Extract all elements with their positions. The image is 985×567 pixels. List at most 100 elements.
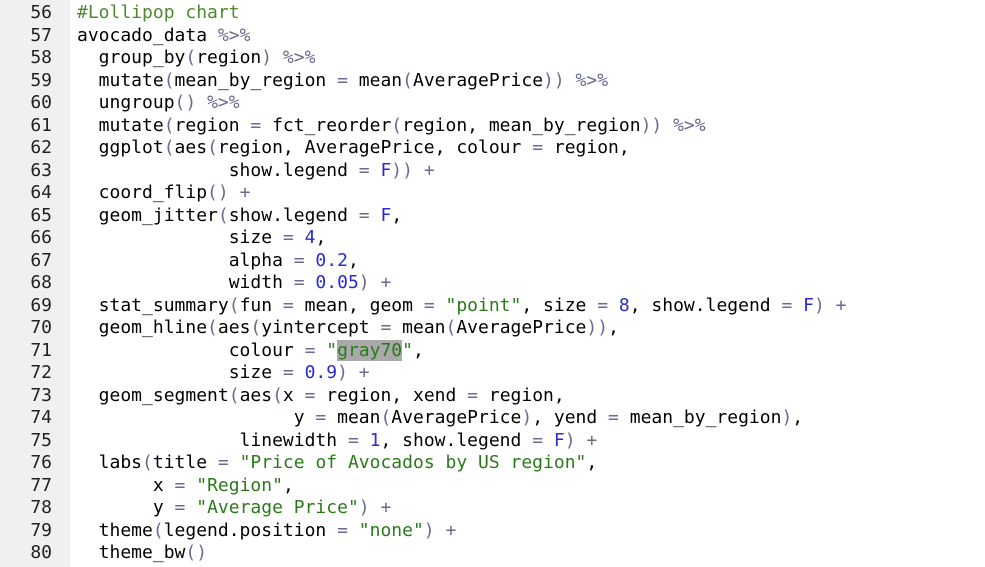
code-token: linewidth — [77, 429, 348, 451]
code-area[interactable]: 56 #Lollipop chart 57 avocado_data %>% 58 gr… — [0, 0, 985, 567]
code-token: AveragePrice — [391, 407, 522, 428]
line-number: 62 — [30, 137, 52, 158]
code-token: = — [358, 159, 370, 181]
code-token: = — [250, 114, 262, 136]
line-number: 77 — [30, 474, 52, 496]
code-token: ( — [250, 317, 262, 338]
code-token: %>% — [217, 24, 251, 46]
code-token: region, — [543, 137, 630, 158]
code-line[interactable]: 56 #Lollipop chart — [0, 2, 985, 25]
code-text: linewidth = 1, show.legend = F) + — [77, 429, 598, 453]
code-token: ungroup — [77, 92, 175, 113]
code-token: avocado_data — [77, 24, 218, 46]
code-line[interactable]: 61 mutate(region = fct_reorder(region, m… — [0, 115, 985, 138]
code-token: ) — [337, 362, 348, 383]
code-token: "point" — [434, 294, 522, 316]
code-token: , show.legend — [380, 429, 533, 451]
code-token: + — [575, 429, 598, 451]
code-line[interactable]: 78 y = "Average Price") + — [0, 497, 985, 520]
code-token: () — [207, 182, 229, 203]
code-line[interactable]: 64 coord_flip() + — [0, 182, 985, 205]
code-token: mean — [326, 407, 381, 428]
code-token: "Region" — [185, 474, 283, 496]
code-token: , — [315, 227, 327, 248]
code-token: AveragePrice — [412, 69, 544, 91]
code-token: ( — [272, 384, 283, 406]
line-number: 66 — [30, 227, 52, 248]
code-token: labs — [77, 452, 143, 473]
code-token: + — [434, 519, 457, 541]
code-line[interactable]: 60 ungroup() %>% — [0, 92, 985, 115]
code-token: F — [792, 294, 814, 316]
code-token: = — [282, 362, 294, 383]
code-line[interactable]: 65 geom_jitter(show.legend = F, — [0, 205, 985, 228]
code-text: width = 0.05) + — [77, 272, 392, 295]
code-token: ) — [358, 272, 370, 293]
code-line[interactable]: 57 avocado_data %>% — [0, 25, 985, 48]
code-token: = — [347, 429, 359, 451]
code-token: colour — [77, 339, 305, 361]
code-line[interactable]: 80 theme_bw() — [0, 542, 985, 565]
code-token: ) — [521, 407, 533, 428]
code-line[interactable]: 66 size = 4, — [0, 227, 985, 250]
line-number: 67 — [30, 249, 52, 271]
line-number: 79 — [30, 519, 52, 541]
code-text: mutate(region = fct_reorder(region, mean… — [77, 115, 706, 138]
code-line[interactable]: 73 geom_segment(aes(x = region, xend = r… — [0, 385, 985, 408]
code-line[interactable]: 77 x = "Region", — [0, 475, 985, 498]
code-line[interactable]: 74 y = mean(AveragePrice), yend = mean_b… — [0, 407, 985, 430]
code-line[interactable]: 63 show.legend = F)) + — [0, 160, 985, 183]
line-number: 65 — [30, 204, 52, 226]
code-token: )) — [586, 317, 609, 338]
code-token: = — [467, 384, 479, 406]
code-text: ggplot(aes(region, AveragePrice, colour … — [77, 137, 630, 160]
code-token: title — [152, 452, 218, 473]
code-token: x — [282, 384, 305, 406]
code-line[interactable]: 59 mutate(mean_by_region = mean(AverageP… — [0, 70, 985, 93]
code-line[interactable]: 75 linewidth = 1, show.legend = F) + — [0, 430, 985, 453]
line-number: 58 — [30, 47, 52, 68]
line-number: 80 — [30, 542, 52, 563]
code-token: 0.05 — [304, 272, 359, 293]
code-token: = — [217, 452, 229, 473]
code-token: mean — [347, 69, 403, 91]
code-token: + — [824, 294, 847, 316]
code-token: = — [337, 519, 348, 541]
code-line[interactable]: 70 geom_hline(aes(yintercept = mean(Aver… — [0, 317, 985, 340]
code-editor[interactable]: 56 #Lollipop chart 57 avocado_data %>% 58 gr… — [0, 0, 985, 567]
line-number: 72 — [30, 362, 52, 383]
code-token: ) — [358, 497, 370, 518]
code-line[interactable]: 76 labs(title = "Price of Avocados by US… — [0, 452, 985, 475]
code-token: ( — [207, 317, 218, 338]
code-line[interactable]: 72 size = 0.9) + — [0, 362, 985, 385]
code-token: "none" — [347, 519, 424, 541]
code-token: %>% — [196, 92, 240, 113]
code-text: group_by(region) %>% — [77, 47, 316, 70]
code-text: colour = "gray70", — [77, 339, 424, 363]
line-number: 57 — [30, 24, 52, 46]
code-token: )) — [640, 114, 663, 136]
line-number: 63 — [30, 159, 52, 181]
code-line[interactable]: 69 stat_summary(fun = mean, geom = "poin… — [0, 295, 985, 318]
code-line[interactable]: 68 width = 0.05) + — [0, 272, 985, 295]
code-token: ( — [185, 47, 197, 68]
code-text: geom_jitter(show.legend = F, — [77, 205, 402, 228]
line-number: 59 — [30, 69, 52, 91]
code-token: ( — [445, 317, 457, 338]
code-token: = — [304, 384, 316, 406]
code-token: region, AveragePrice, colour — [217, 137, 533, 158]
code-text: labs(title = "Price of Avocados by US re… — [77, 452, 598, 475]
code-line[interactable]: 71 colour = "gray70", — [0, 339, 985, 363]
code-token: geom_hline — [77, 317, 208, 338]
code-text: y = mean(AveragePrice), yend = mean_by_r… — [77, 407, 803, 430]
code-token: = — [174, 474, 186, 496]
code-line[interactable]: 62 ggplot(aes(region, AveragePrice, colo… — [0, 137, 985, 160]
code-token: " — [402, 339, 413, 361]
code-token: ) — [564, 429, 576, 451]
code-text: x = "Region", — [77, 475, 294, 498]
code-line[interactable]: 58 group_by(region) %>% — [0, 47, 985, 70]
code-line[interactable]: 67 alpha = 0.2, — [0, 250, 985, 273]
code-line[interactable]: 79 theme(legend.position = "none") + — [0, 520, 985, 543]
code-token: = — [174, 497, 186, 518]
code-token: width — [77, 272, 294, 293]
